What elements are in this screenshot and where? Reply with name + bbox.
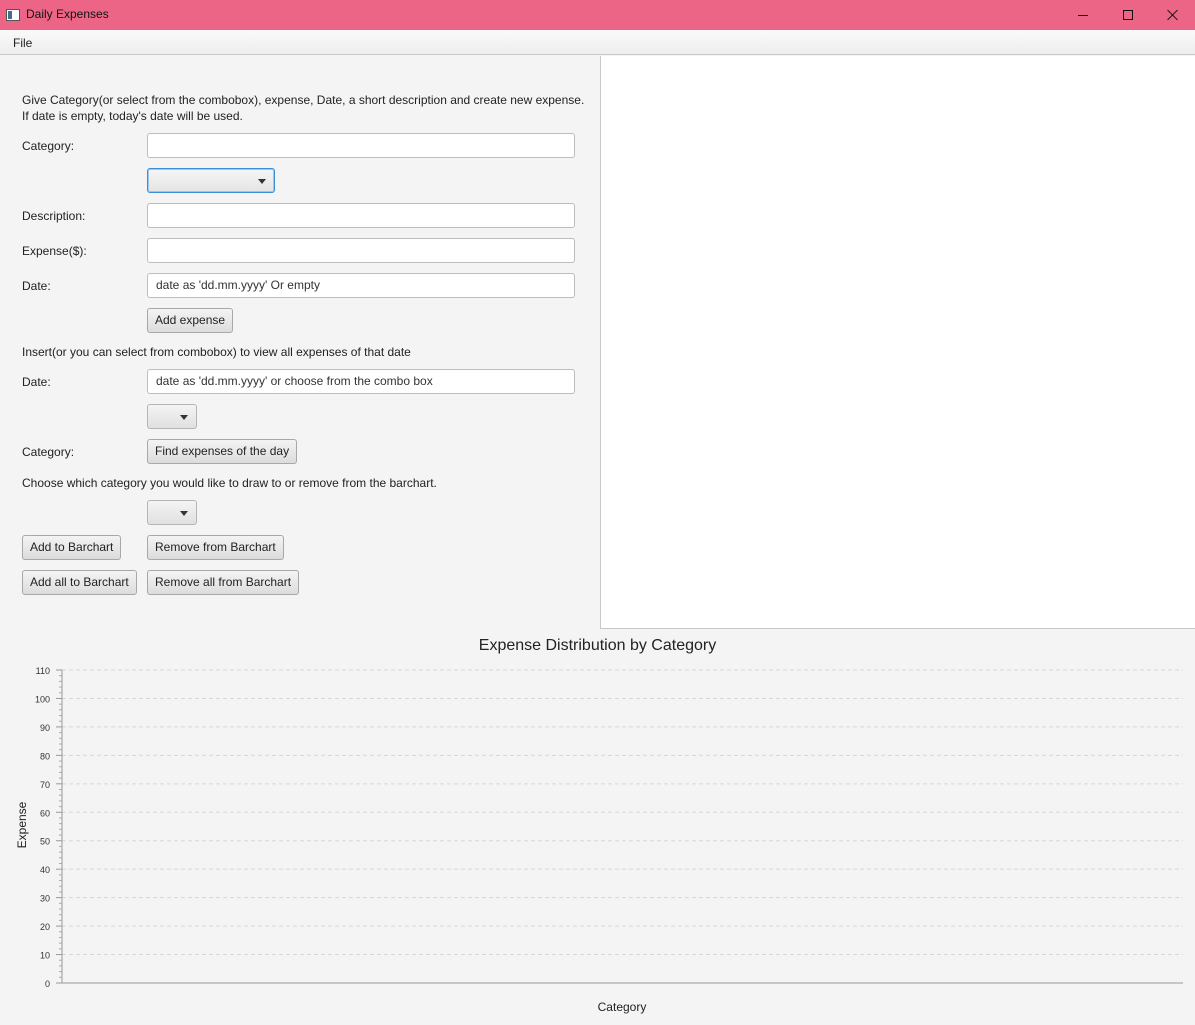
y-tick-label: 0 xyxy=(45,979,50,989)
y-tick-label: 10 xyxy=(40,951,50,961)
add-expense-instructions: Give Category(or select from the combobo… xyxy=(22,93,585,107)
title-bar: Daily Expenses xyxy=(0,0,1195,30)
add-to-barchart-button[interactable]: Add to Barchart xyxy=(22,535,122,560)
add-all-to-barchart-button[interactable]: Add all to Barchart xyxy=(22,570,137,595)
find-expenses-button[interactable]: Find expenses of the day xyxy=(147,439,298,464)
expense-input[interactable] xyxy=(147,238,575,263)
barchart-instructions: Choose which category you would like to … xyxy=(22,476,437,490)
description-label: Description: xyxy=(22,209,86,223)
date-input[interactable]: date as 'dd.mm.yyyy' Or empty xyxy=(147,273,575,298)
add-expense-button[interactable]: Add expense xyxy=(147,308,234,333)
y-axis-label: Expense xyxy=(15,801,29,848)
y-tick-label: 50 xyxy=(40,837,50,847)
remove-all-from-barchart-button[interactable]: Remove all from Barchart xyxy=(147,570,300,595)
y-tick-label: 100 xyxy=(35,694,50,704)
category-combobox[interactable] xyxy=(147,168,275,193)
category-input[interactable] xyxy=(147,133,575,158)
window-title: Daily Expenses xyxy=(26,7,109,21)
remove-from-barchart-button[interactable]: Remove from Barchart xyxy=(147,535,284,560)
expense-label: Expense($): xyxy=(22,244,87,258)
close-icon xyxy=(1167,9,1179,21)
y-tick-label: 60 xyxy=(40,808,50,818)
y-tick-label: 80 xyxy=(40,751,50,761)
chart-axes xyxy=(61,670,1183,984)
y-tick-label: 30 xyxy=(40,894,50,904)
y-tick-label: 70 xyxy=(40,780,50,790)
chart-y-ticks: 0 10 20 30 40 50 60 70 80 90 100 110 xyxy=(35,666,62,989)
view-category-label: Category: xyxy=(22,445,75,459)
maximize-icon xyxy=(1123,10,1133,20)
add-expense-instructions-note: If date is empty, today's date will be u… xyxy=(22,109,243,123)
app-icon xyxy=(6,9,20,21)
y-tick-label: 110 xyxy=(36,666,50,676)
date-label: Date: xyxy=(22,279,51,293)
view-instructions: Insert(or you can select from combobox) … xyxy=(22,345,411,359)
y-tick-label: 20 xyxy=(40,922,50,932)
chart-title: Expense Distribution by Category xyxy=(0,637,1195,655)
y-tick-label: 40 xyxy=(40,865,50,875)
expense-list-panel[interactable] xyxy=(600,56,1195,629)
view-date-input[interactable]: date as 'dd.mm.yyyy' or choose from the … xyxy=(147,369,575,394)
chart-gridlines xyxy=(62,669,1183,956)
x-axis-label: Category xyxy=(598,1000,647,1014)
maximize-button[interactable] xyxy=(1105,0,1151,30)
y-tick-label: 90 xyxy=(40,723,50,733)
minimize-icon xyxy=(1078,14,1088,16)
view-date-label: Date: xyxy=(22,375,51,389)
chevron-down-icon xyxy=(180,511,188,516)
expense-barchart: 0 10 20 30 40 50 60 70 80 90 100 110 Expense Catego… xyxy=(15,666,1183,1014)
date-combobox[interactable] xyxy=(147,404,197,429)
category-label: Category: xyxy=(22,139,75,153)
chevron-down-icon xyxy=(258,179,266,184)
close-button[interactable] xyxy=(1150,0,1195,30)
description-input[interactable] xyxy=(147,203,575,228)
menu-bar: File xyxy=(0,30,1195,55)
minimize-button[interactable] xyxy=(1060,0,1106,30)
barchart-category-combobox[interactable] xyxy=(147,500,197,525)
chevron-down-icon xyxy=(180,415,188,420)
chart-title-text: Expense Distribution by Category xyxy=(478,637,717,654)
menu-file[interactable]: File xyxy=(13,36,32,50)
